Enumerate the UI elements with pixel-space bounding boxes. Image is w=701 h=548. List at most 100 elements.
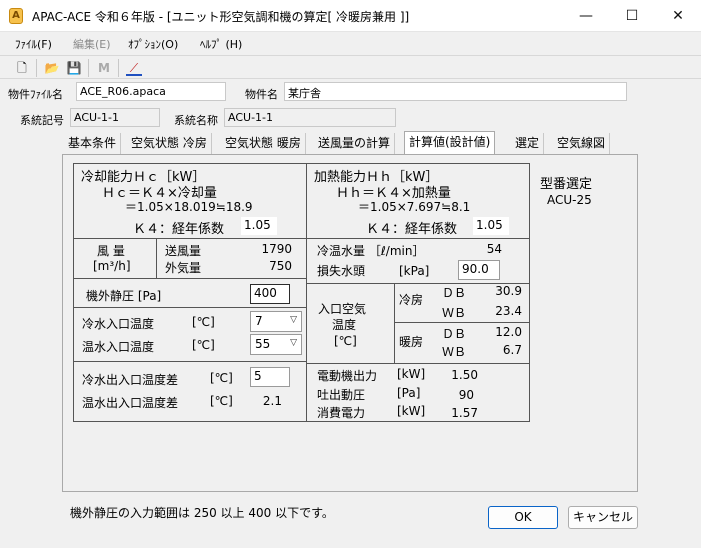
water-flow-value: 54 bbox=[486, 242, 502, 256]
system-code-label: 系統記号 bbox=[20, 114, 64, 127]
close-icon: ✕ bbox=[672, 8, 684, 24]
chevron-down-icon: ▽ bbox=[290, 338, 297, 348]
discharge-pressure-label: 吐出動圧 bbox=[317, 388, 366, 402]
tab-airflow-calc[interactable]: 送風量の計算 bbox=[314, 133, 396, 154]
row-divider bbox=[73, 307, 306, 308]
menu-file[interactable]: ﾌｧｲﾙ(F) bbox=[15, 36, 52, 52]
chart-icon[interactable]: ⟋ bbox=[126, 60, 142, 76]
project-file-field: ACE_R06.apaca bbox=[76, 82, 226, 101]
motor-output-unit: [kW] bbox=[397, 367, 426, 381]
save-icon[interactable]: 💾 bbox=[66, 60, 82, 76]
water-flow-label: 冷温水量 ［ℓ/min］ bbox=[317, 244, 425, 258]
app-icon: A bbox=[9, 8, 23, 24]
cold-water-diff-input[interactable]: 5 bbox=[250, 367, 290, 387]
heating-wb-value: 6.7 bbox=[502, 343, 522, 357]
project-name-label: 物件名 bbox=[245, 88, 278, 101]
tab-psychrometric-chart[interactable]: 空気線図 bbox=[553, 133, 611, 154]
airflow-label: 風 量 bbox=[97, 244, 125, 258]
menu-help[interactable]: ﾍﾙﾌﾟ (H) bbox=[200, 36, 242, 52]
cold-water-diff-unit: [℃] bbox=[210, 371, 233, 385]
new-file-icon[interactable]: 🗋 bbox=[14, 60, 30, 76]
cold-water-inlet-unit: [℃] bbox=[192, 315, 215, 329]
system-code-field: ACU-1-1 bbox=[70, 108, 160, 127]
motor-output-value: 1.50 bbox=[451, 368, 478, 382]
tab-air-heating[interactable]: 空気状態 暖房 bbox=[221, 133, 306, 154]
toolbar-separator bbox=[88, 59, 89, 77]
heating-mode-label: 暖房 bbox=[399, 335, 424, 349]
open-folder-icon[interactable]: 📂 bbox=[44, 60, 60, 76]
cooling-wb-value: 23.4 bbox=[495, 304, 522, 318]
tab-selection[interactable]: 選定 bbox=[511, 133, 545, 154]
supply-air-value: 1790 bbox=[261, 242, 292, 256]
cooling-mode-label: 冷房 bbox=[399, 293, 424, 307]
hot-water-inlet-value: 55 bbox=[255, 337, 271, 351]
heating-wb-label: ＷＢ bbox=[442, 345, 467, 359]
cancel-button[interactable]: キャンセル bbox=[568, 506, 638, 529]
power-consumption-unit: [kW] bbox=[397, 404, 426, 418]
cold-water-inlet-label: 冷水入口温度 bbox=[82, 317, 155, 331]
airflow-unit: [m³/h] bbox=[93, 259, 131, 273]
heating-db-label: ＤＢ bbox=[442, 327, 467, 341]
discharge-pressure-unit: [Pa] bbox=[397, 386, 421, 400]
hot-water-inlet-select[interactable]: 55 ▽ bbox=[250, 334, 302, 355]
cold-water-inlet-select[interactable]: 7 ▽ bbox=[250, 311, 302, 332]
hot-water-diff-label: 温水出入口温度差 bbox=[82, 396, 179, 410]
system-name-field: ACU-1-1 bbox=[224, 108, 396, 127]
inlet-air-temp-label: 温度 bbox=[332, 318, 357, 332]
model-value: ACU-25 bbox=[547, 193, 592, 207]
outdoor-air-label: 外気量 bbox=[165, 261, 202, 275]
row-divider bbox=[73, 361, 306, 362]
inlet-air-label: 入口空気 bbox=[318, 302, 367, 316]
cooling-formula-result: ＝1.05×18.019≒18.9 bbox=[125, 200, 253, 214]
heating-k4-label: Ｋ４：経年係数 bbox=[366, 222, 458, 237]
discharge-pressure-value: 90 bbox=[458, 388, 474, 402]
heating-k4-value: 1.05 bbox=[472, 216, 510, 236]
row-divider bbox=[306, 363, 530, 364]
toolbar-separator bbox=[118, 59, 119, 77]
toolbar-separator bbox=[36, 59, 37, 77]
window-title: APAC-ACE 令和６年版 - [ユニット形空気調和機の算定[ 冷暖房兼用 ]… bbox=[32, 10, 410, 24]
binoculars-icon[interactable]: M bbox=[96, 60, 112, 76]
maximize-icon: ☐ bbox=[625, 8, 639, 24]
cooling-wb-label: ＷＢ bbox=[442, 306, 467, 320]
menu-edit[interactable]: 編集(E) bbox=[73, 36, 111, 52]
status-message: 機外静圧の入力範囲は 250 以上 400 以下です。 bbox=[70, 506, 334, 520]
hot-water-inlet-unit: [℃] bbox=[192, 338, 215, 352]
heating-db-value: 12.0 bbox=[495, 325, 522, 339]
cooling-k4-value: 1.05 bbox=[240, 216, 278, 236]
cold-water-inlet-value: 7 bbox=[255, 314, 263, 328]
hot-water-diff-unit: [℃] bbox=[210, 394, 233, 408]
tab-basic-conditions[interactable]: 基本条件 bbox=[64, 133, 122, 154]
system-name-label: 系統名称 bbox=[174, 114, 218, 127]
head-loss-label: 損失水頭 bbox=[317, 264, 366, 278]
cooling-db-value: 30.9 bbox=[495, 284, 522, 298]
minimize-button[interactable]: — bbox=[563, 0, 609, 32]
project-name-field: 某庁舎 bbox=[284, 82, 627, 101]
minimize-icon: — bbox=[579, 8, 593, 24]
model-selection-label: 型番選定 bbox=[540, 177, 593, 192]
cooling-db-label: ＤＢ bbox=[442, 286, 467, 300]
supply-air-label: 送風量 bbox=[165, 244, 202, 258]
hot-water-diff-value: 2.1 bbox=[262, 394, 282, 408]
airflow-divider bbox=[156, 238, 157, 278]
column-divider bbox=[306, 163, 307, 422]
cooling-k4-label: Ｋ４：経年係数 bbox=[133, 222, 225, 237]
project-file-label: 物件ﾌｧｲﾙ名 bbox=[8, 88, 63, 101]
heating-formula-result: ＝1.05×7.697≒8.1 bbox=[358, 200, 471, 214]
head-loss-input[interactable]: 90.0 bbox=[458, 260, 500, 280]
hot-water-inlet-label: 温水入口温度 bbox=[82, 340, 155, 354]
row-divider bbox=[394, 322, 530, 323]
static-pressure-input[interactable]: 400 bbox=[250, 284, 290, 304]
close-button[interactable]: ✕ bbox=[655, 0, 701, 32]
tab-air-cooling[interactable]: 空気状態 冷房 bbox=[127, 133, 212, 154]
menu-options[interactable]: ｵﾌﾟｼｮﾝ(O) bbox=[128, 36, 178, 52]
row-divider bbox=[306, 238, 530, 239]
chevron-down-icon: ▽ bbox=[290, 315, 297, 325]
maximize-button[interactable]: ☐ bbox=[609, 0, 655, 32]
row-divider bbox=[73, 278, 306, 279]
inlet-air-divider bbox=[394, 283, 395, 363]
power-consumption-value: 1.57 bbox=[451, 406, 478, 420]
tab-calculated-values[interactable]: 計算値(設計値) bbox=[404, 131, 496, 155]
head-loss-unit: [kPa] bbox=[399, 264, 430, 278]
ok-button[interactable]: OK bbox=[488, 506, 558, 529]
